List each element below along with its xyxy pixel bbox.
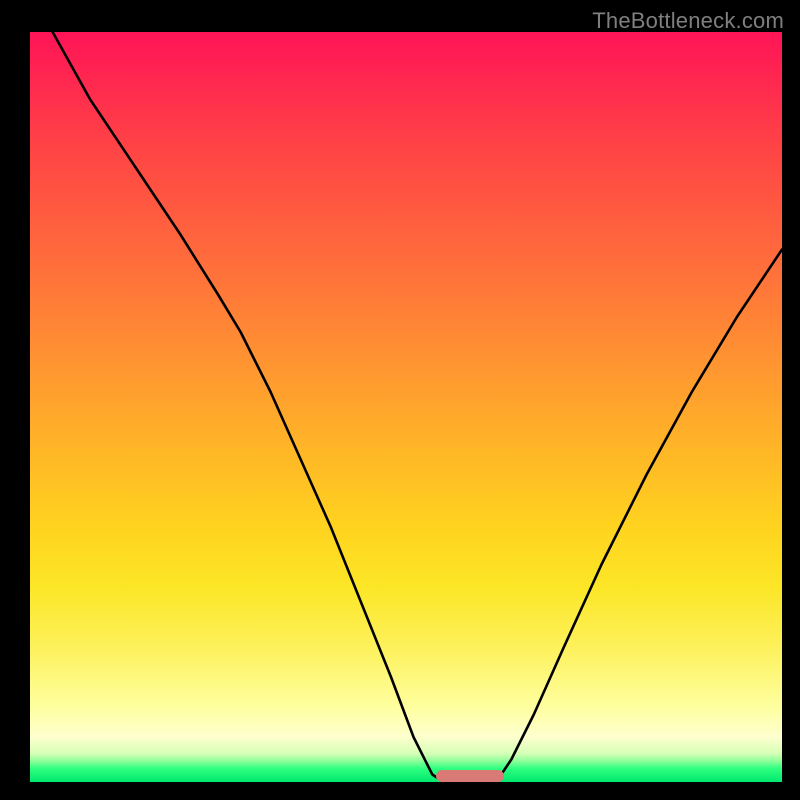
bottleneck-curve [30,32,782,782]
curve-right-branch [496,250,782,783]
curve-left-branch [53,32,444,782]
watermark-text: TheBottleneck.com [592,8,784,34]
chart-frame: TheBottleneck.com [6,6,794,794]
optimum-marker [436,770,504,782]
plot-area [30,32,782,782]
